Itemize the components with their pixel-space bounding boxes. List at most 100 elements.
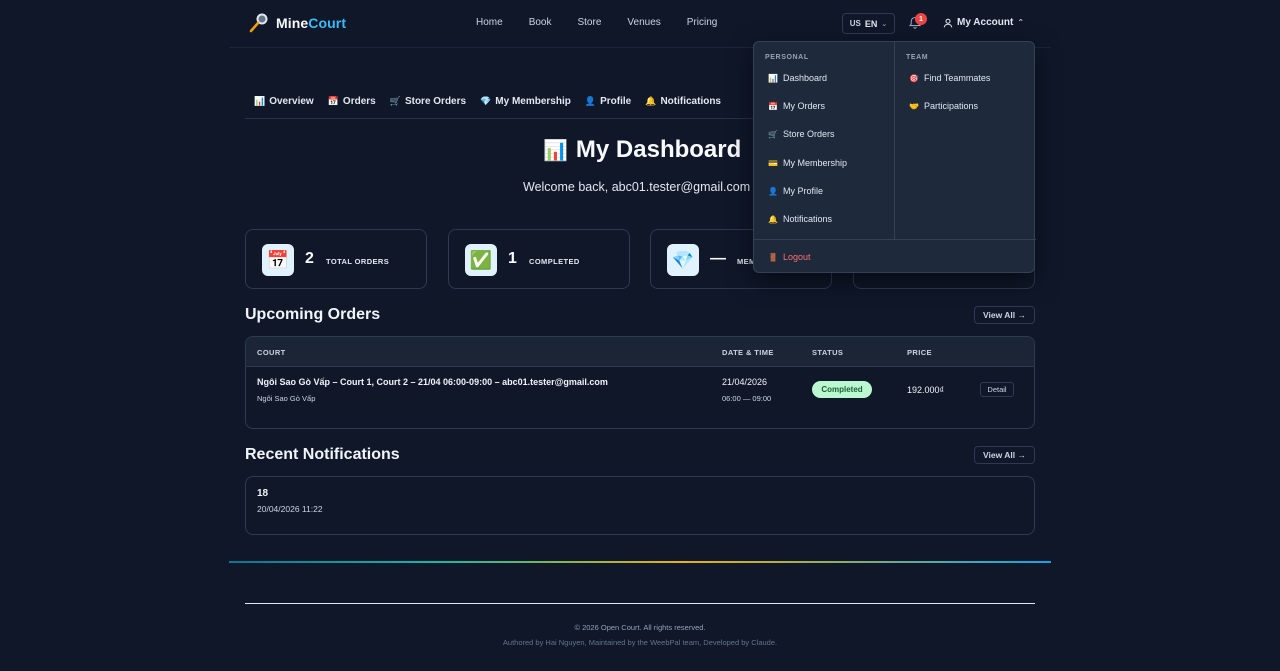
brand-logo[interactable]: MineCourt	[248, 12, 346, 34]
person-icon: 👤	[768, 186, 778, 196]
tabs-divider	[245, 118, 753, 119]
bell-icon: 🔔	[645, 96, 657, 106]
account-menu-button[interactable]: My Account ⌃	[943, 17, 1024, 28]
dashboard-tabs: 📊 Overview 📅 Orders 🛒 Store Orders 💎 My Memb…	[254, 96, 735, 107]
user-icon	[943, 18, 953, 28]
view-all-orders-button[interactable]: View All →	[974, 306, 1035, 324]
tab-label: Store Orders	[404, 96, 467, 107]
stat-value: —	[710, 250, 726, 267]
column-price: PRICE	[907, 348, 932, 357]
chart-icon: 📊	[543, 139, 568, 162]
menu-item-store-orders[interactable]: 🛒 Store Orders	[768, 129, 835, 139]
stat-label: TOTAL ORDERS	[326, 257, 390, 266]
stat-value: 2	[305, 250, 314, 267]
menu-item-label: Notifications	[782, 214, 832, 224]
detail-button[interactable]: Detail	[980, 382, 1014, 397]
nav-book[interactable]: Book	[529, 17, 552, 28]
racket-icon	[249, 13, 268, 33]
menu-item-label: My Orders	[782, 101, 825, 111]
menu-item-my-orders[interactable]: 📅 My Orders	[768, 101, 825, 111]
target-icon: 🎯	[909, 73, 919, 83]
diamond-icon: 💎	[667, 244, 699, 276]
brand-name: MineCourt	[276, 15, 347, 31]
bell-icon: 🔔	[768, 214, 778, 224]
recent-notifications-title: Recent Notifications	[245, 446, 400, 463]
footer-gradient-divider	[229, 561, 1051, 563]
notification-date: 20/04/2026 11:22	[257, 504, 323, 514]
nav-venues[interactable]: Venues	[627, 17, 660, 28]
person-icon: 👤	[584, 96, 597, 106]
page-title: 📊 My Dashboard	[543, 136, 741, 164]
account-dropdown-menu: PERSONAL TEAM 📊 Dashboard 📅 My Orders 🛒 Sto…	[753, 41, 1036, 273]
page-title-text: My Dashboard	[575, 136, 742, 163]
stat-card-total-orders: 📅 2 TOTAL ORDERS	[245, 229, 427, 289]
notification-item[interactable]: 18 20/04/2026 11:22	[245, 476, 1035, 535]
menu-item-my-profile[interactable]: 👤 My Profile	[768, 186, 823, 196]
upcoming-orders-table: COURT DATE & TIME STATUS PRICE Ngôi Sao …	[245, 336, 1035, 429]
stat-value: 1	[508, 250, 517, 267]
column-status: STATUS	[812, 348, 844, 357]
menu-item-label: Store Orders	[782, 129, 835, 139]
chart-icon: 📊	[768, 73, 778, 83]
menu-item-find-teammates[interactable]: 🎯 Find Teammates	[909, 73, 990, 83]
language-selector[interactable]: US EN ⌄	[842, 13, 895, 34]
footer-copyright: © 2026 Open Court. All rights reserved.	[574, 623, 706, 632]
nav-store[interactable]: Store	[577, 17, 601, 28]
handshake-icon: 🤝	[909, 101, 919, 111]
calendar-icon: 📅	[768, 101, 778, 111]
tab-profile[interactable]: 👤 Profile	[585, 96, 631, 107]
tab-membership[interactable]: 💎 My Membership	[480, 96, 571, 107]
tab-store-orders[interactable]: 🛒 Store Orders	[390, 96, 466, 107]
order-price: 192.000₫	[907, 385, 945, 395]
chevron-down-icon: ⌄	[881, 20, 888, 28]
menu-item-logout[interactable]: 🚪 Logout	[768, 252, 811, 262]
footer-divider	[245, 603, 1035, 604]
menu-item-label: Logout	[782, 252, 811, 262]
menu-item-participations[interactable]: 🤝 Participations	[909, 101, 978, 111]
check-icon: ✅	[465, 244, 497, 276]
view-all-notifications-button[interactable]: View All →	[974, 446, 1035, 464]
notification-title: 18	[257, 488, 269, 499]
menu-item-label: My Profile	[782, 186, 823, 196]
menu-logout-divider	[754, 239, 1036, 240]
nav-pricing[interactable]: Pricing	[687, 17, 718, 28]
tab-overview[interactable]: 📊 Overview	[254, 96, 314, 107]
menu-section-personal: PERSONAL	[765, 54, 809, 61]
door-icon: 🚪	[768, 252, 778, 262]
welcome-message: Welcome back, abc01.tester@gmail.com	[523, 180, 751, 194]
chart-icon: 📊	[254, 96, 266, 106]
stat-label: COMPLETED	[529, 257, 580, 266]
menu-item-notifications[interactable]: 🔔 Notifications	[768, 214, 832, 224]
nav-home[interactable]: Home	[476, 17, 503, 28]
cart-icon: 🛒	[768, 129, 778, 139]
column-court: COURT	[257, 348, 286, 357]
menu-column-divider	[894, 42, 895, 240]
column-date-time: DATE & TIME	[722, 348, 774, 357]
table-header: COURT DATE & TIME STATUS PRICE	[246, 337, 1034, 367]
account-label: My Account	[957, 17, 1014, 28]
menu-item-label: Dashboard	[782, 73, 827, 83]
order-court: Ngôi Sao Gò Vấp – Court 1, Court 2 – 21/…	[257, 377, 608, 387]
language-code: EN	[864, 18, 878, 29]
calendar-icon: 📅	[262, 244, 294, 276]
tab-orders[interactable]: 📅 Orders	[328, 96, 376, 107]
menu-section-team: TEAM	[906, 54, 929, 61]
status-badge: Completed	[812, 381, 872, 398]
tab-notifications[interactable]: 🔔 Notifications	[645, 96, 721, 107]
tab-label: Overview	[269, 96, 314, 107]
menu-item-label: My Membership	[782, 158, 847, 168]
menu-item-my-membership[interactable]: 💳 My Membership	[768, 158, 847, 168]
menu-item-label: Participations	[923, 101, 978, 111]
calendar-icon: 📅	[327, 96, 339, 106]
chevron-up-icon: ⌃	[1017, 18, 1025, 27]
table-row[interactable]: Ngôi Sao Gò Vấp – Court 1, Court 2 – 21/…	[246, 367, 1034, 428]
menu-item-dashboard[interactable]: 📊 Dashboard	[768, 73, 827, 83]
order-time: 06:00 — 09:00	[722, 394, 772, 403]
cart-icon: 🛒	[389, 96, 401, 106]
stat-card-completed: ✅ 1 COMPLETED	[448, 229, 630, 289]
tab-label: Profile	[600, 96, 632, 107]
notification-count-badge: 1	[915, 13, 927, 25]
diamond-icon: 💎	[480, 96, 492, 106]
order-venue: Ngôi Sao Gò Vấp	[257, 394, 316, 403]
tab-label: My Membership	[495, 96, 571, 107]
